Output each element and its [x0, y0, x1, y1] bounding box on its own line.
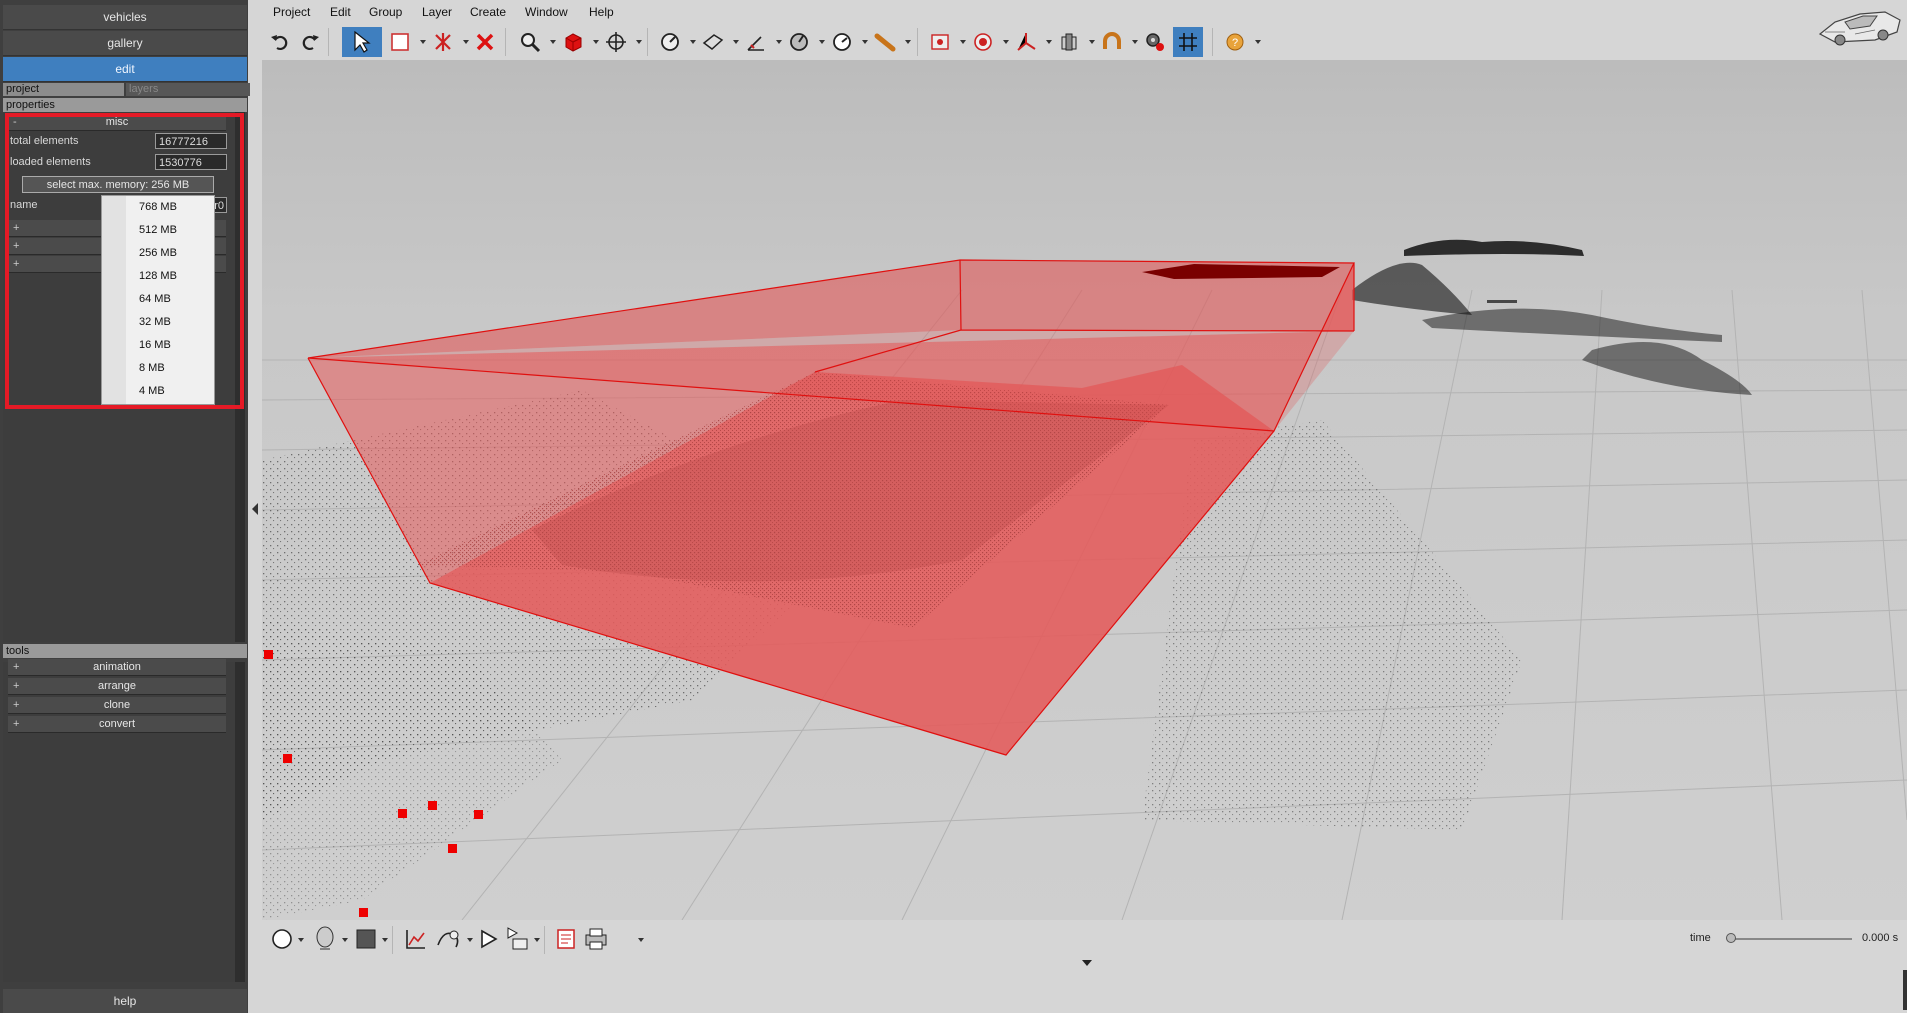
grid-icon[interactable] — [1173, 27, 1203, 57]
play-icon[interactable] — [476, 927, 500, 951]
tool-animation[interactable]: + animation — [8, 659, 226, 676]
cube-icon[interactable] — [560, 29, 586, 55]
total-elements-label: total elements — [10, 135, 79, 147]
memory-option[interactable]: 8 MB — [139, 357, 165, 380]
settings-icon[interactable] — [1142, 29, 1168, 55]
gauge-icon[interactable] — [786, 29, 812, 55]
selection-box-icon[interactable] — [387, 29, 413, 55]
properties-scrollbar[interactable] — [235, 112, 245, 642]
help-button[interactable]: help — [3, 989, 247, 1013]
animation-path-icon[interactable] — [434, 925, 464, 953]
memory-option[interactable]: 4 MB — [139, 380, 165, 403]
tool-label: convert — [98, 718, 136, 730]
magnet-icon[interactable] — [1099, 29, 1125, 55]
expand-toggle[interactable]: + — [13, 716, 19, 732]
ruler-icon[interactable] — [743, 29, 769, 55]
expand-toggle[interactable]: + — [13, 697, 19, 713]
tool-arrange[interactable]: + arrange — [8, 678, 226, 695]
camera-icon[interactable] — [927, 29, 953, 55]
report-icon[interactable] — [554, 927, 578, 951]
head-icon[interactable] — [312, 925, 338, 953]
tab-layers[interactable]: layers — [126, 83, 250, 96]
gallery-button[interactable]: gallery — [3, 31, 247, 56]
expand-toggle[interactable]: + — [13, 256, 19, 272]
select-max-memory-button[interactable]: select max. memory: 256 MB — [22, 176, 214, 193]
properties-section-label: properties — [3, 98, 247, 112]
axes-icon[interactable] — [1013, 29, 1039, 55]
menu-window[interactable]: Window — [525, 5, 568, 19]
expand-toggle[interactable]: + — [13, 238, 19, 254]
loaded-elements-field[interactable]: 1530776 — [155, 154, 227, 170]
expand-toggle[interactable]: + — [13, 659, 19, 675]
color-swatch-icon[interactable] — [354, 927, 378, 951]
help-icon[interactable]: ? — [1222, 29, 1248, 55]
memory-option[interactable]: 32 MB — [139, 311, 171, 334]
misc-group-label: misc — [105, 116, 129, 128]
edit-button[interactable]: edit — [3, 57, 247, 82]
menu-help[interactable]: Help — [589, 5, 614, 19]
collapse-toggle[interactable]: - — [13, 114, 17, 130]
tab-project[interactable]: project — [3, 83, 124, 96]
menu-project[interactable]: Project — [273, 5, 310, 19]
tools-scrollbar[interactable] — [235, 662, 245, 982]
bottom-toolbar — [262, 920, 1907, 960]
move-icon[interactable] — [603, 29, 629, 55]
vehicles-button[interactable]: vehicles — [3, 5, 247, 30]
memory-option[interactable]: 256 MB — [139, 242, 177, 265]
slice-icon[interactable] — [1056, 29, 1082, 55]
menu-group[interactable]: Group — [369, 5, 402, 19]
vehicle-logo-icon — [1818, 11, 1901, 46]
circle-shape-icon[interactable] — [270, 927, 294, 951]
delete-icon[interactable] — [472, 29, 498, 55]
tools-section-label: tools — [3, 644, 247, 658]
total-elements-field[interactable]: 16777216 — [155, 133, 227, 149]
select-arrow-icon[interactable] — [342, 27, 382, 57]
pen-icon[interactable] — [872, 29, 898, 55]
menu-create[interactable]: Create — [470, 5, 506, 19]
tool-convert[interactable]: + convert — [8, 716, 226, 733]
tool-label: arrange — [98, 680, 136, 692]
tool-label: animation — [93, 661, 141, 673]
collapse-panel-arrow-icon[interactable] — [252, 503, 258, 515]
time-slider-track[interactable] — [1730, 938, 1852, 940]
redo-icon[interactable] — [297, 29, 323, 55]
expand-toggle[interactable]: + — [13, 220, 19, 236]
menu-layer[interactable]: Layer — [422, 5, 452, 19]
panel-tabs: project layers — [3, 83, 250, 96]
tool-clone[interactable]: + clone — [8, 697, 226, 714]
expand-toggle[interactable]: + — [13, 678, 19, 694]
transform-icon[interactable] — [430, 29, 456, 55]
measure-icon[interactable] — [657, 29, 683, 55]
3d-viewport[interactable] — [262, 60, 1907, 920]
memory-option[interactable]: 16 MB — [139, 334, 171, 357]
memory-option[interactable]: 128 MB — [139, 265, 177, 288]
edge-handle[interactable] — [1903, 970, 1907, 1010]
zoom-icon[interactable] — [517, 29, 543, 55]
time-value: 0.000 s — [1862, 932, 1899, 944]
memory-option[interactable]: 512 MB — [139, 219, 177, 242]
misc-group-header[interactable]: - misc — [8, 114, 226, 131]
speed-icon[interactable] — [829, 29, 855, 55]
plane-icon[interactable] — [700, 29, 726, 55]
playlist-icon[interactable] — [505, 925, 531, 953]
svg-text:?: ? — [1232, 37, 1238, 49]
tool-label: clone — [103, 699, 131, 711]
memory-option[interactable]: 64 MB — [139, 288, 171, 311]
main-toolbar: ? — [262, 24, 1822, 60]
memory-dropdown-list: 768 MB 512 MB 256 MB 128 MB 64 MB 32 MB … — [101, 195, 215, 405]
left-panel: vehicles gallery edit project layers pro… — [0, 0, 250, 1013]
undo-icon[interactable] — [267, 29, 293, 55]
time-slider-handle[interactable] — [1726, 933, 1736, 943]
expand-timeline-arrow-icon[interactable] — [1082, 960, 1092, 966]
graph-icon[interactable] — [404, 927, 428, 951]
menu-edit[interactable]: Edit — [330, 5, 351, 19]
loaded-elements-label: loaded elements — [10, 156, 91, 168]
name-label: name — [10, 199, 38, 211]
time-label: time — [1690, 932, 1711, 944]
record-icon[interactable] — [970, 29, 996, 55]
memory-option[interactable]: 768 MB — [139, 196, 177, 219]
print-icon[interactable] — [582, 926, 610, 952]
